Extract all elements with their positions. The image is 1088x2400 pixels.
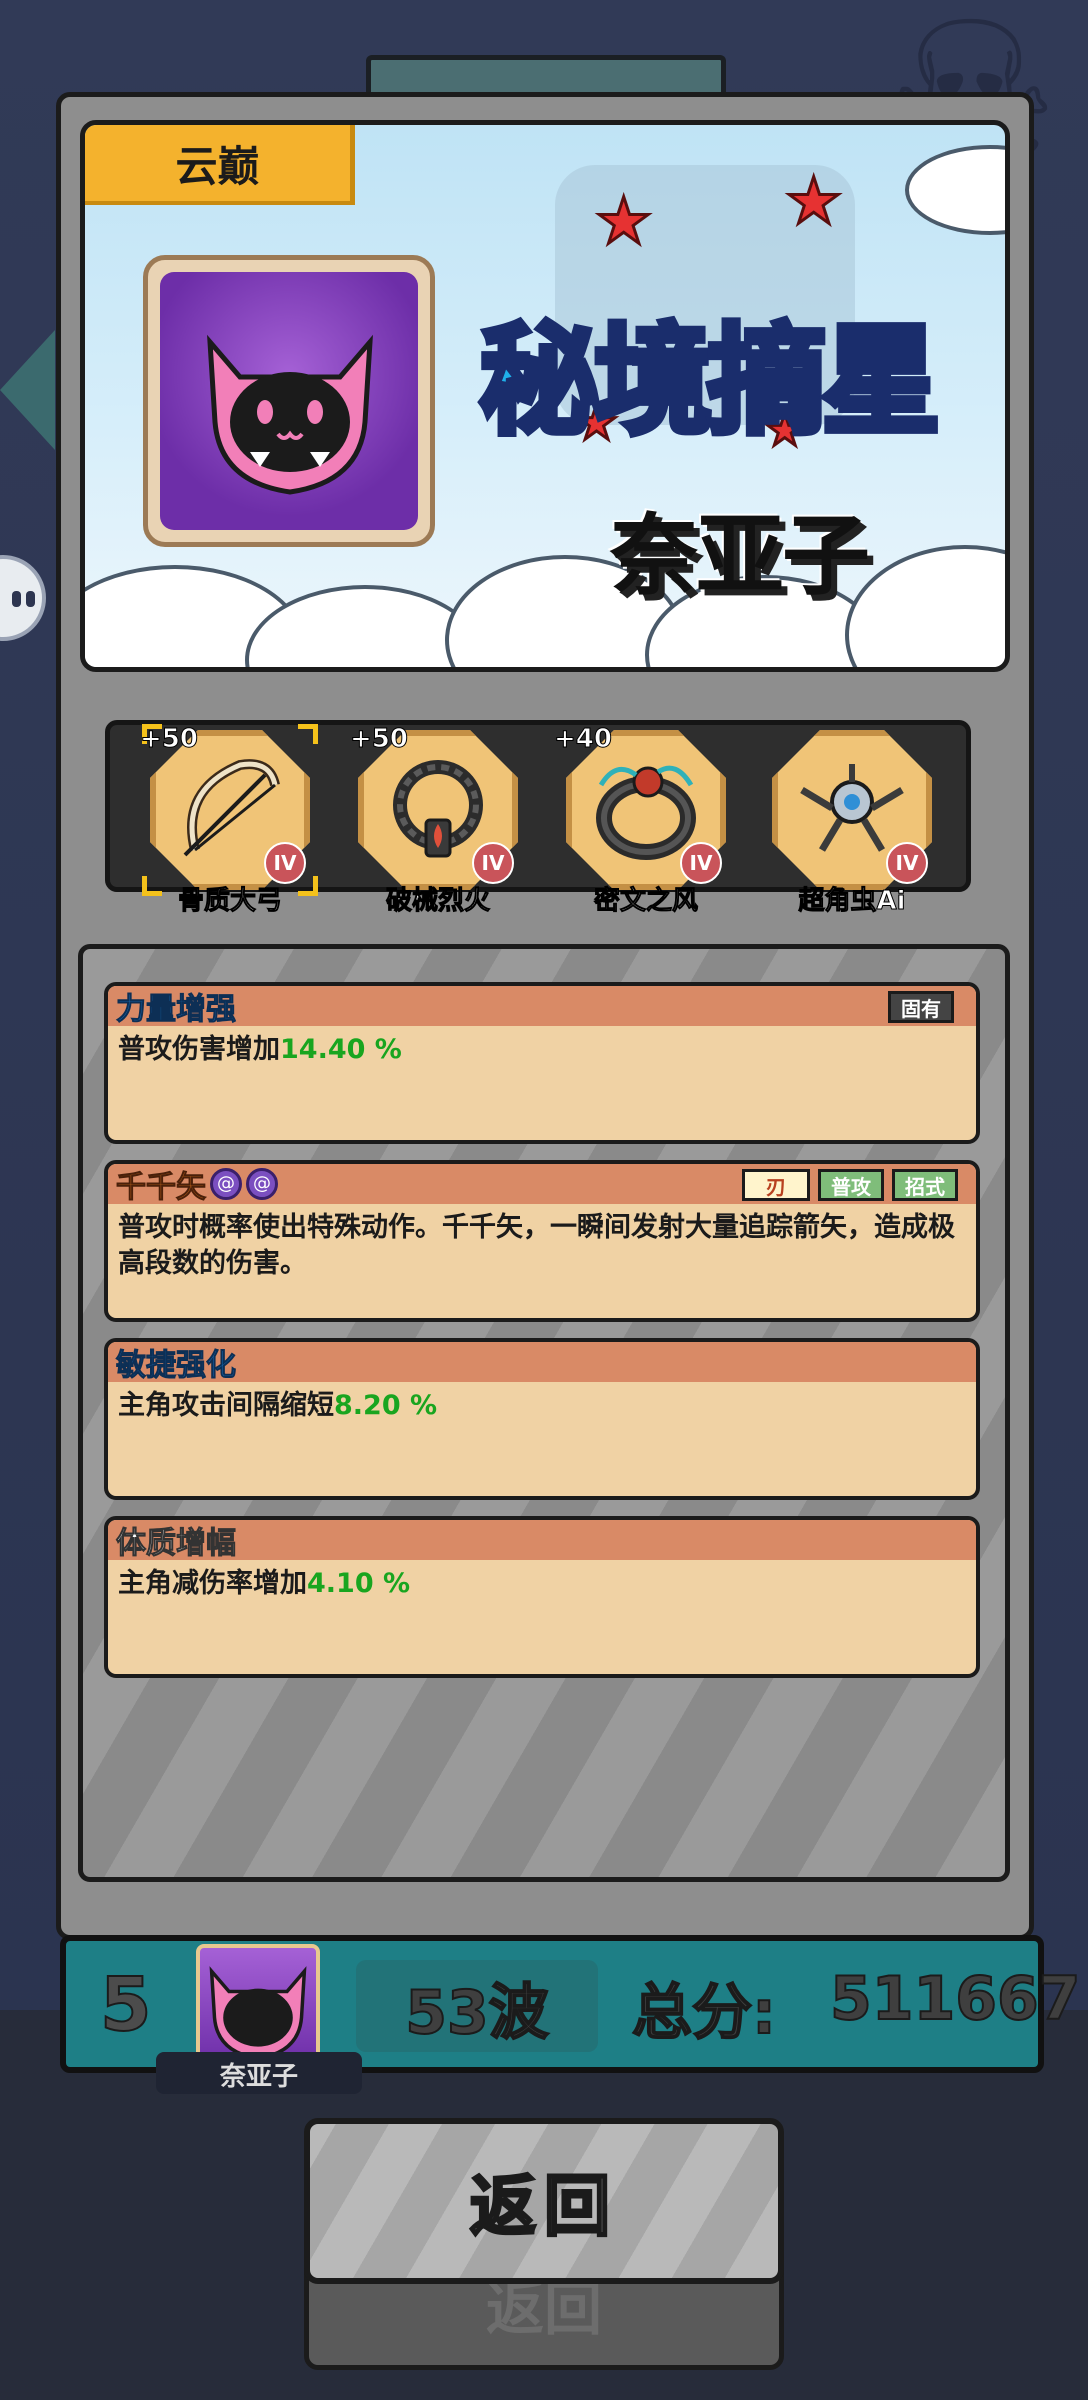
equipment-bonus: +50: [140, 724, 199, 755]
total-score-value: 511667: [829, 1963, 1081, 2035]
return-button[interactable]: 返回: [304, 2118, 784, 2284]
selected-corner: [298, 724, 318, 744]
swirl-icon: @: [210, 1168, 242, 1200]
prev-arrow-icon[interactable]: [0, 330, 55, 450]
pink-cat-icon: [209, 1966, 307, 2060]
equipment-slot[interactable]: IV +40 密文之风: [554, 724, 726, 917]
equipment-slot[interactable]: IV 超角虫Ai: [772, 730, 932, 917]
stat-card: 体质增幅 主角减伤率增加4.10 %: [104, 1516, 980, 1678]
player-avatar: [143, 255, 435, 547]
stat-description: 主角攻击间隔缩短8.20 %: [108, 1382, 976, 1430]
stat-tag: 普攻: [818, 1169, 884, 1201]
rank-number: 5: [99, 1961, 152, 2049]
stat-tag: 招式: [892, 1169, 958, 1201]
tier-badge: IV: [264, 842, 306, 884]
score-avatar: [196, 1944, 320, 2068]
star-icon: ★: [593, 184, 653, 261]
equipment-name: 密文之风: [593, 886, 698, 917]
tier-badge: IV: [472, 842, 514, 884]
stat-desc-text: 普攻伤害增加: [118, 1034, 280, 1065]
equipment-bonus: +40: [554, 724, 613, 755]
player-name-large: 奈亚子: [610, 504, 870, 607]
pink-cat-icon: [207, 334, 373, 495]
cloud-icon: [845, 545, 1005, 667]
equipment-name: 骨质大弓: [177, 886, 282, 917]
stat-tag: 刃: [742, 1169, 810, 1201]
score-player-name: 奈亚子: [219, 2062, 298, 2092]
stage-banner: 云巅 ★ ★ ★ ★ 秘境摘星 奈亚子: [80, 120, 1010, 672]
stat-card: 敏捷强化 主角攻击间隔缩短8.20 %: [104, 1338, 980, 1500]
stat-card: 千千矢 @ @ 刃 普攻 招式 普攻时概率使出特殊动作。千千矢，一瞬间发射大量追…: [104, 1160, 980, 1322]
equipment-bonus: +50: [350, 724, 409, 755]
stat-title: 敏捷强化: [116, 1348, 237, 1384]
equipment-name: 破械烈火: [385, 886, 490, 917]
stat-description: 普攻时概率使出特殊动作。千千矢，一瞬间发射大量追踪箭矢，造成极高段数的伤害。: [118, 1212, 955, 1279]
stat-desc-text: 主角攻击间隔缩短: [118, 1390, 334, 1421]
stat-value: 8.20 %: [334, 1390, 438, 1421]
swirl-icon: @: [246, 1168, 278, 1200]
wave-count: 53波: [404, 1977, 550, 2049]
return-button-label: 返回: [469, 2167, 618, 2247]
stat-value: 14.40 %: [280, 1034, 402, 1065]
stat-tag: 固有: [888, 991, 954, 1023]
stat-card: 力量增强 固有 普攻伤害增加14.40 %: [104, 982, 980, 1144]
tier-badge: IV: [680, 842, 722, 884]
stat-value: 4.10 %: [307, 1568, 411, 1599]
stat-desc-text: 主角减伤率增加: [118, 1568, 307, 1599]
equipment-slot[interactable]: IV +50 骨质大弓: [140, 724, 318, 917]
equipment-name: 超角虫Ai: [798, 886, 906, 917]
stage-title-art: 秘境摘星: [476, 309, 943, 454]
stat-title: 体质增幅: [116, 1526, 237, 1562]
equipment-slot[interactable]: IV +50 破械烈火: [350, 724, 518, 917]
stat-description: 普攻伤害增加14.40 %: [108, 1026, 976, 1074]
star-icon: ★: [783, 164, 843, 241]
stat-title: 力量增强: [116, 992, 237, 1028]
cloud-icon: [905, 145, 1005, 235]
stage-label: 云巅: [85, 125, 355, 205]
tier-badge: IV: [886, 842, 928, 884]
stat-title: 千千矢: [116, 1170, 207, 1206]
total-score-label: 总分:: [631, 1977, 777, 2049]
stat-description: 主角减伤率增加4.10 %: [108, 1560, 976, 1608]
